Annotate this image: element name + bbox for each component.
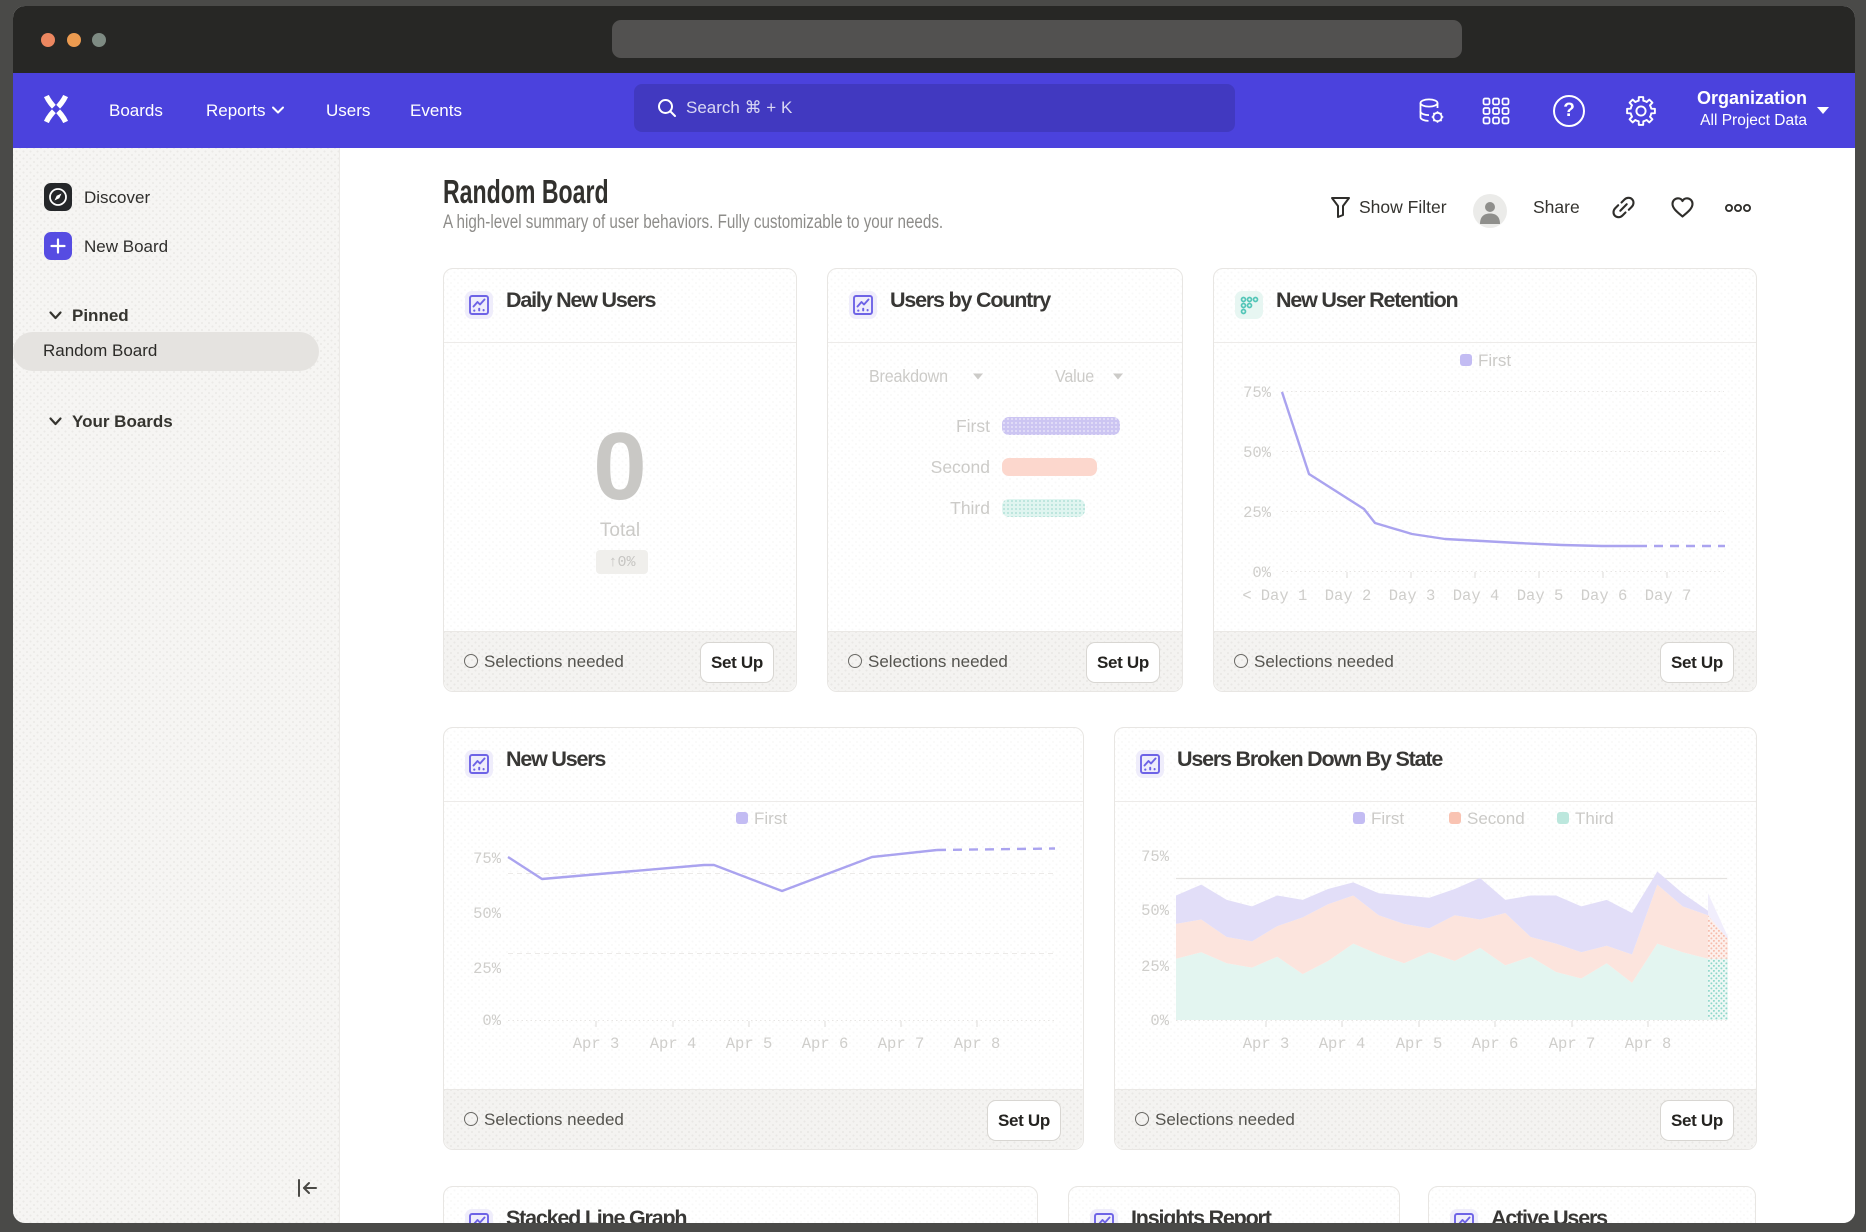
svg-text:Apr 7: Apr 7 <box>1549 1035 1596 1053</box>
svg-text:First: First <box>1478 351 1511 370</box>
svg-text:Apr 4: Apr 4 <box>1319 1035 1366 1053</box>
svg-text:First: First <box>1371 809 1404 828</box>
svg-text:First: First <box>754 809 787 828</box>
svg-text:Apr 6: Apr 6 <box>802 1035 849 1053</box>
svg-text:Day 4: Day 4 <box>1453 587 1500 605</box>
svg-text:25%: 25% <box>473 960 502 978</box>
svg-text:25%: 25% <box>1243 504 1272 522</box>
svg-text:Day 3: Day 3 <box>1389 587 1436 605</box>
svg-text:75%: 75% <box>473 850 502 868</box>
svg-text:Day 2: Day 2 <box>1325 587 1372 605</box>
svg-text:0%: 0% <box>482 1012 501 1030</box>
svg-text:Day 6: Day 6 <box>1581 587 1628 605</box>
svg-text:Apr 4: Apr 4 <box>650 1035 697 1053</box>
svg-text:Third: Third <box>1575 809 1614 828</box>
svg-text:0%: 0% <box>1150 1012 1169 1030</box>
svg-text:50%: 50% <box>1243 444 1272 462</box>
svg-text:Day 1: Day 1 <box>1261 587 1308 605</box>
svg-text:Apr 3: Apr 3 <box>1243 1035 1290 1053</box>
svg-text:Apr 5: Apr 5 <box>726 1035 773 1053</box>
svg-text:50%: 50% <box>1141 902 1170 920</box>
svg-text:25%: 25% <box>1141 958 1170 976</box>
svg-text:Apr 8: Apr 8 <box>1625 1035 1672 1053</box>
svg-text:Apr 3: Apr 3 <box>573 1035 620 1053</box>
svg-text:50%: 50% <box>473 905 502 923</box>
svg-text:75%: 75% <box>1243 384 1272 402</box>
svg-text:Day 7: Day 7 <box>1645 587 1692 605</box>
svg-text:<: < <box>1242 587 1251 605</box>
svg-text:Apr 6: Apr 6 <box>1472 1035 1519 1053</box>
svg-text:Day 5: Day 5 <box>1517 587 1564 605</box>
svg-text:Apr 5: Apr 5 <box>1396 1035 1443 1053</box>
svg-text:0%: 0% <box>1252 564 1271 582</box>
svg-text:Apr 8: Apr 8 <box>954 1035 1001 1053</box>
svg-text:Apr 7: Apr 7 <box>878 1035 925 1053</box>
svg-text:75%: 75% <box>1141 848 1170 866</box>
svg-text:Second: Second <box>1467 809 1525 828</box>
